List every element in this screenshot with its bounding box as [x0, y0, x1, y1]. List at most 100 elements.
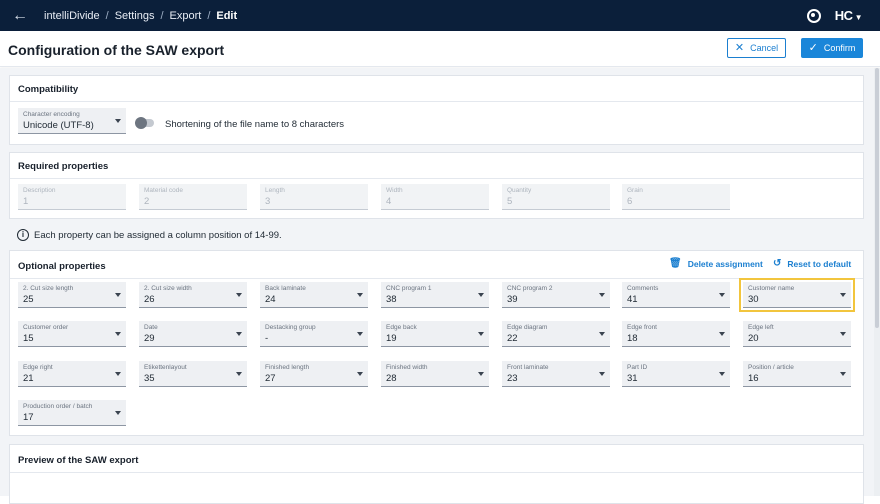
reset-to-default-button[interactable]: ↺ Reset to default	[773, 258, 851, 269]
dropdown-arrow-icon	[478, 293, 484, 297]
optional-field-cnc-program-2[interactable]: CNC program 2 39	[502, 282, 610, 308]
confirm-label: Confirm	[823, 43, 856, 53]
field-label: Part ID	[627, 364, 648, 371]
character-encoding-select[interactable]: Character encoding Unicode (UTF-8)	[18, 108, 126, 134]
optional-field-production-order-batch[interactable]: Production order / batch 17	[18, 400, 126, 426]
breadcrumb-export[interactable]: Export	[170, 10, 202, 22]
field-label: Comments	[627, 285, 659, 292]
optional-field-edge-left[interactable]: Edge left 20	[743, 321, 851, 347]
field-label: CNC program 1	[386, 285, 432, 292]
dropdown-arrow-icon	[478, 372, 484, 376]
optional-field-customer-order[interactable]: Customer order 15	[18, 321, 126, 347]
user-support-icon[interactable]	[806, 8, 821, 23]
field-label: Customer name	[748, 285, 795, 292]
field-label: Date	[144, 324, 158, 331]
optional-field-destacking-group[interactable]: Destacking group -	[260, 321, 368, 347]
back-arrow-icon[interactable]: ←	[12, 7, 32, 24]
cancel-button[interactable]: ✕ Cancel	[727, 38, 786, 58]
optional-field-edge-diagram[interactable]: Edge diagram 22	[502, 321, 610, 347]
optional-field-2-cut-size-length[interactable]: 2. Cut size length 25	[18, 282, 126, 308]
optional-field-position-article[interactable]: Position / article 16	[743, 361, 851, 387]
optional-field-date[interactable]: Date 29	[139, 321, 247, 347]
compatibility-title: Compatibility	[18, 84, 79, 95]
optional-field-finished-length[interactable]: Finished length 27	[260, 361, 368, 387]
optional-field-finished-width[interactable]: Finished width 28	[381, 361, 489, 387]
breadcrumb: intelliDivide / Settings / Export / Edit	[44, 10, 237, 22]
confirm-button[interactable]: ✓ Confirm	[801, 38, 863, 58]
field-label: Back laminate	[265, 285, 306, 292]
dropdown-arrow-icon	[115, 293, 121, 297]
optional-field-2-cut-size-width[interactable]: 2. Cut size width 26	[139, 282, 247, 308]
field-value: Unicode (UTF-8)	[23, 120, 94, 131]
field-label: 2. Cut size width	[144, 285, 192, 292]
reset-icon: ↺	[773, 258, 782, 269]
required-properties-title: Required properties	[18, 161, 109, 172]
field-value: 21	[23, 373, 34, 384]
optional-properties-title: Optional properties	[18, 261, 106, 272]
optional-field-back-laminate[interactable]: Back laminate 24	[260, 282, 368, 308]
field-value: 18	[627, 333, 638, 344]
optional-field-edge-right[interactable]: Edge right 21	[18, 361, 126, 387]
field-label: Edge diagram	[507, 324, 548, 331]
field-label: CNC program 2	[507, 285, 553, 292]
field-label: Character encoding	[23, 111, 80, 118]
delete-assignment-button[interactable]: 🗑 Delete assignment	[669, 258, 763, 269]
field-value: 3	[265, 196, 271, 207]
field-value: 35	[144, 373, 155, 384]
field-value: 4	[386, 196, 392, 207]
dropdown-arrow-icon	[719, 372, 725, 376]
optional-field-part-id[interactable]: Part ID 31	[622, 361, 730, 387]
field-value: 22	[507, 333, 518, 344]
dropdown-arrow-icon	[115, 332, 121, 336]
optional-field-customer-name[interactable]: Customer name 30	[739, 278, 855, 312]
field-label: Finished length	[265, 364, 310, 371]
field-value: 1	[23, 196, 29, 207]
dropdown-arrow-icon	[719, 332, 725, 336]
field-label: Etikettenlayout	[144, 364, 187, 371]
homag-logo-menu[interactable]: HC ▼	[835, 8, 863, 23]
trash-icon: 🗑	[669, 258, 682, 269]
delete-assignment-label: Delete assignment	[687, 258, 763, 269]
required-field-grain: Grain 6	[622, 184, 730, 210]
breadcrumb-settings[interactable]: Settings	[115, 10, 155, 22]
info-text: Each property can be assigned a column p…	[34, 229, 282, 241]
field-label: Length	[265, 187, 285, 194]
dropdown-arrow-icon	[478, 332, 484, 336]
field-label: Quantity	[507, 187, 532, 194]
divider	[10, 472, 863, 473]
dropdown-arrow-icon	[115, 411, 121, 415]
field-value: 19	[386, 333, 397, 344]
dropdown-arrow-icon	[357, 372, 363, 376]
field-value: 23	[507, 373, 518, 384]
info-note: i Each property can be assigned a column…	[17, 229, 282, 241]
field-value: 39	[507, 294, 518, 305]
optional-field-comments[interactable]: Comments 41	[622, 282, 730, 308]
breadcrumb-intellidivide[interactable]: intelliDivide	[44, 10, 100, 22]
field-label: Material code	[144, 187, 184, 194]
field-label: Description	[23, 187, 56, 194]
field-value: 16	[748, 373, 759, 384]
optional-field-edge-back[interactable]: Edge back 19	[381, 321, 489, 347]
optional-field-edge-front[interactable]: Edge front 18	[622, 321, 730, 347]
scrollbar-thumb[interactable]	[875, 68, 879, 328]
field-value: 5	[507, 196, 513, 207]
check-icon: ✓	[808, 41, 818, 54]
optional-field-front-laminate[interactable]: Front laminate 23	[502, 361, 610, 387]
optional-field-etikettenlayout[interactable]: Etikettenlayout 35	[139, 361, 247, 387]
dropdown-arrow-icon	[357, 332, 363, 336]
shorten-filename-toggle[interactable]	[135, 117, 154, 129]
dropdown-arrow-icon	[840, 332, 846, 336]
scrollbar[interactable]	[874, 68, 880, 496]
field-value: -	[265, 333, 269, 344]
dropdown-arrow-icon	[840, 293, 846, 297]
field-value: 15	[23, 333, 34, 344]
optional-field-cnc-program-1[interactable]: CNC program 1 38	[381, 282, 489, 308]
field-label: Production order / batch	[23, 403, 93, 410]
field-value: 41	[627, 294, 638, 305]
dropdown-arrow-icon	[236, 372, 242, 376]
field-value: 26	[144, 294, 155, 305]
dropdown-arrow-icon	[115, 372, 121, 376]
dropdown-arrow-icon	[599, 372, 605, 376]
dropdown-arrow-icon	[840, 372, 846, 376]
required-field-material-code: Material code 2	[139, 184, 247, 210]
